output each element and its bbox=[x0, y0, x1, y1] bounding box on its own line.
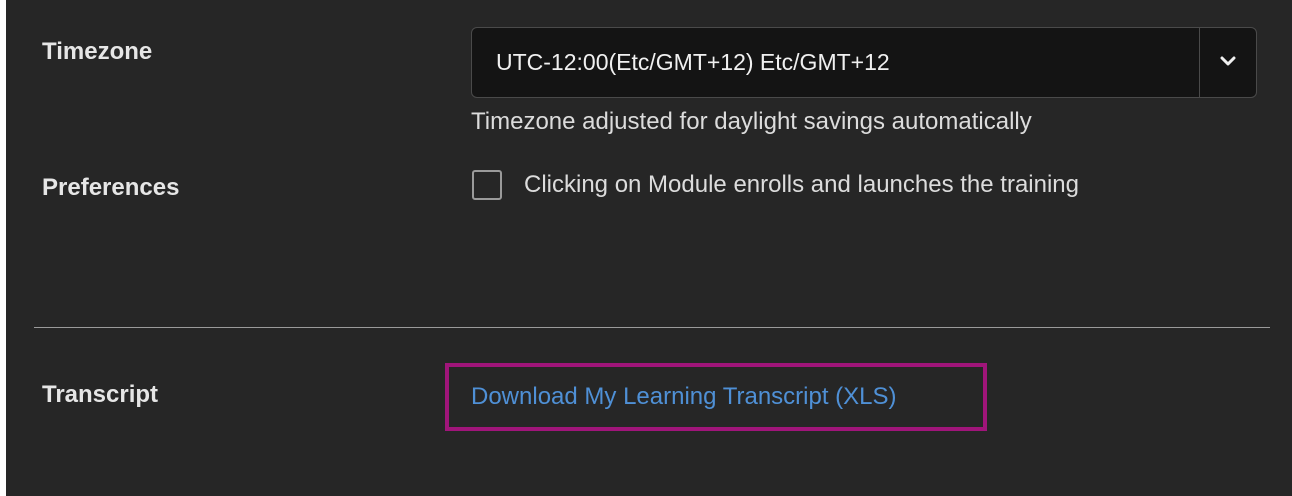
transcript-link-highlight: Download My Learning Transcript (XLS) bbox=[445, 363, 987, 431]
timezone-helper-text: Timezone adjusted for daylight savings a… bbox=[471, 108, 1032, 135]
module-launch-checkbox[interactable] bbox=[472, 170, 502, 200]
timezone-label: Timezone bbox=[42, 38, 153, 65]
timezone-selected-value: UTC-12:00(Etc/GMT+12) Etc/GMT+12 bbox=[496, 49, 890, 75]
module-launch-preference[interactable]: Clicking on Module enrolls and launches … bbox=[472, 170, 1079, 200]
timezone-dropdown-button[interactable] bbox=[1199, 28, 1256, 97]
download-transcript-link[interactable]: Download My Learning Transcript (XLS) bbox=[471, 383, 897, 411]
settings-panel: Timezone UTC-12:00(Etc/GMT+12) Etc/GMT+1… bbox=[6, 0, 1292, 496]
chevron-down-icon bbox=[1220, 54, 1236, 72]
preferences-label: Preferences bbox=[42, 174, 180, 201]
module-launch-checkbox-label[interactable]: Clicking on Module enrolls and launches … bbox=[524, 171, 1079, 199]
section-divider bbox=[34, 327, 1270, 328]
transcript-label: Transcript bbox=[42, 381, 159, 408]
timezone-select[interactable]: UTC-12:00(Etc/GMT+12) Etc/GMT+12 bbox=[471, 27, 1257, 98]
